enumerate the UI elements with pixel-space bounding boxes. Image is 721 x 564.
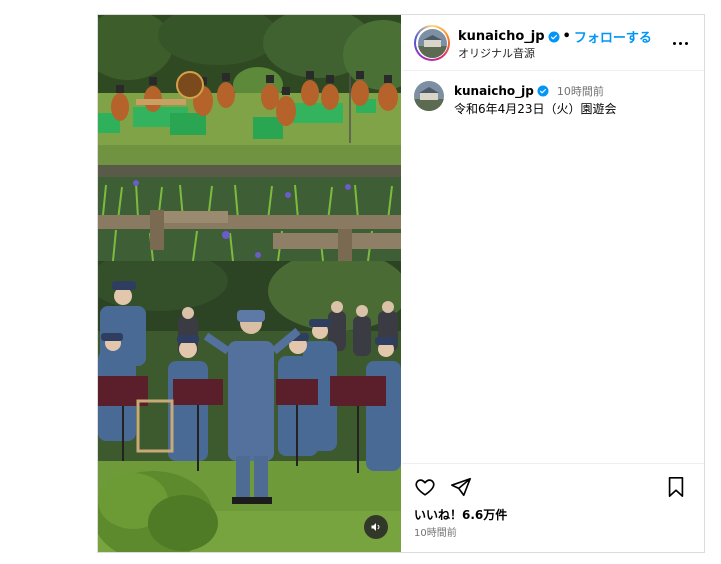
caption-text: 令和6年4月23日（火）園遊会 (454, 102, 617, 116)
sound-toggle-button[interactable] (364, 515, 388, 539)
palace-avatar-image (417, 28, 447, 58)
caption-username[interactable]: kunaicho_jp (454, 84, 534, 98)
post-media[interactable] (98, 15, 401, 552)
verified-badge-icon (537, 85, 549, 97)
heart-icon[interactable] (414, 476, 436, 498)
caption-timestamp: 10時間前 (556, 85, 604, 98)
bookmark-icon[interactable] (666, 476, 686, 498)
header-line: kunaicho_jp • フォローする (458, 27, 652, 46)
post-card: kunaicho_jp • フォローする オリジナル音源 kunaicho_jp… (97, 14, 705, 553)
band-performance-photo (98, 261, 401, 552)
gagaku-performance-photo (98, 15, 401, 261)
audio-link[interactable]: オリジナル音源 (458, 45, 535, 61)
post-header: kunaicho_jp • フォローする オリジナル音源 (402, 15, 704, 71)
caption-header: kunaicho_jp 10時間前 (454, 83, 604, 99)
paper-plane-icon[interactable] (450, 476, 472, 498)
profile-avatar[interactable] (414, 25, 450, 61)
like-count[interactable]: いいね！6.6万件 (414, 506, 507, 523)
caption-avatar[interactable] (414, 81, 444, 111)
action-bar: いいね！6.6万件 10時間前 (402, 463, 704, 552)
separator-dot: • (562, 29, 571, 44)
caption-section: kunaicho_jp 10時間前 令和6年4月23日（火）園遊会 (402, 71, 704, 116)
username-link[interactable]: kunaicho_jp (458, 29, 545, 44)
more-options-icon[interactable] (668, 35, 692, 51)
post-side-panel: kunaicho_jp • フォローする オリジナル音源 kunaicho_jp… (402, 15, 704, 552)
speaker-icon (371, 523, 380, 531)
verified-badge-icon (548, 31, 560, 42)
post-timestamp: 10時間前 (414, 528, 457, 539)
follow-button[interactable]: フォローする (574, 27, 652, 46)
